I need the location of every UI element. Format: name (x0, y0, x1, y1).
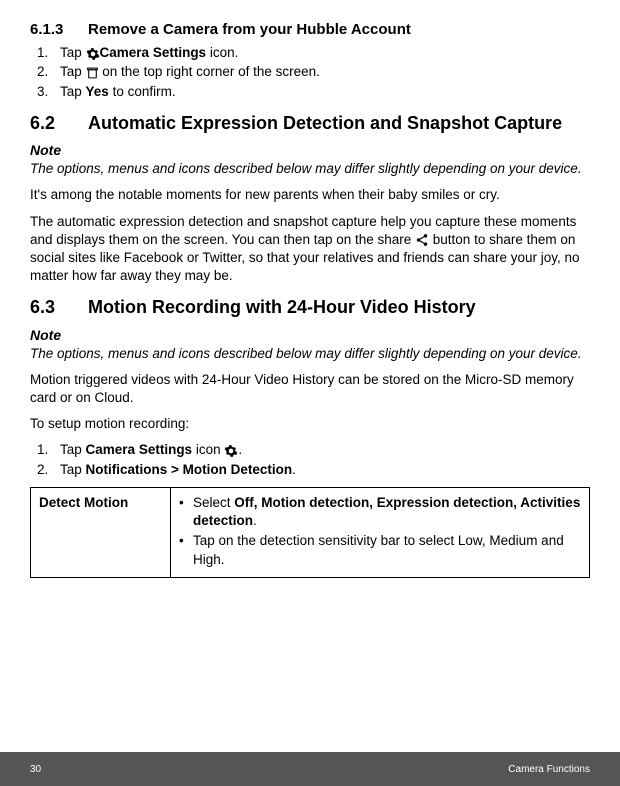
para-62-2: The automatic expression detection and s… (30, 213, 590, 286)
para-62-1: It's among the notable moments for new p… (30, 186, 590, 204)
note-63-label: Note (30, 326, 590, 345)
detect-motion-table: Detect Motion • Select Off, Motion detec… (30, 487, 590, 578)
share-icon (415, 233, 429, 247)
heading-62-title: Automatic Expression Detection and Snaps… (88, 111, 568, 135)
heading-613-title: Remove a Camera from your Hubble Account (88, 21, 411, 38)
heading-613: 6.1.3Remove a Camera from your Hubble Ac… (30, 20, 590, 40)
heading-63: 6.3Motion Recording with 24-Hour Video H… (30, 295, 590, 319)
trash-icon (86, 66, 99, 80)
heading-62: 6.2Automatic Expression Detection and Sn… (30, 111, 590, 135)
note-62-body: The options, menus and icons described b… (30, 160, 590, 178)
heading-62-number: 6.2 (30, 111, 88, 135)
footer-label: Camera Functions (508, 764, 590, 775)
gear-icon (86, 47, 100, 61)
step-63-1: Tap Camera Settings icon . (52, 441, 590, 459)
step-63-2: Tap Notifications > Motion Detection. (52, 461, 590, 479)
page-footer: 30 Camera Functions (0, 752, 620, 786)
step-613-1: Tap Camera Settings icon. (52, 44, 590, 62)
gear-icon (224, 444, 238, 458)
para-63-1: Motion triggered videos with 24-Hour Vid… (30, 371, 590, 407)
table-content: • Select Off, Motion detection, Expressi… (171, 487, 590, 577)
page-number: 30 (30, 764, 41, 775)
note-62-label: Note (30, 141, 590, 160)
heading-63-title: Motion Recording with 24-Hour Video Hist… (88, 295, 568, 319)
steps-613: Tap Camera Settings icon. Tap on the top… (30, 44, 590, 101)
table-label: Detect Motion (31, 487, 171, 577)
heading-63-number: 6.3 (30, 295, 88, 319)
heading-613-number: 6.1.3 (30, 20, 88, 40)
para-63-2: To setup motion recording: (30, 415, 590, 433)
note-63-body: The options, menus and icons described b… (30, 345, 590, 363)
step-613-2: Tap on the top right corner of the scree… (52, 63, 590, 81)
steps-63: Tap Camera Settings icon . Tap Notificat… (30, 441, 590, 478)
step-613-3: Tap Yes to confirm. (52, 83, 590, 101)
